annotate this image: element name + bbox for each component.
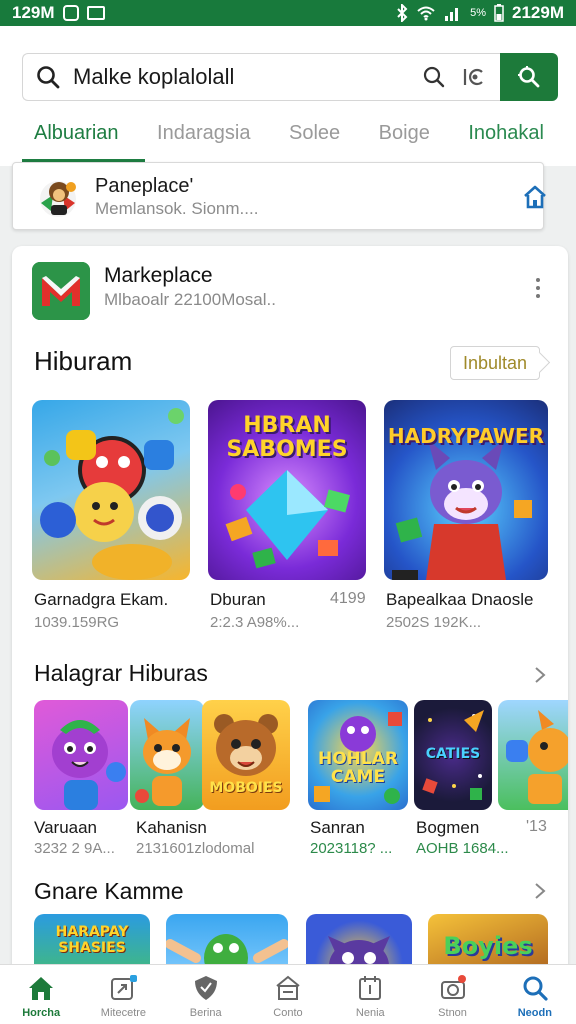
section-title-halagrar: Halagrar Hiburas bbox=[34, 660, 208, 686]
tab-indaragsia[interactable]: Indaragsia bbox=[145, 122, 262, 162]
game-artwork bbox=[506, 710, 568, 804]
section-title-gnare-kamme: Gnare Kamme bbox=[34, 878, 184, 904]
voice-search-icon[interactable] bbox=[462, 65, 486, 89]
status-bar: 129M 5% 2129M bbox=[0, 0, 576, 26]
game-count: 4199 bbox=[330, 590, 366, 607]
page-card-title: Paneplace' bbox=[95, 175, 194, 197]
game-tile[interactable]: HOHLAR CAME bbox=[308, 700, 408, 810]
game-art-title: Boyies bbox=[443, 932, 533, 960]
game-title: Sanran bbox=[310, 818, 365, 837]
game-tile[interactable]: HBRAN SABOMES bbox=[208, 400, 366, 580]
tab-albuarian[interactable]: Albuarian bbox=[22, 122, 144, 162]
nav-label: Horcha bbox=[22, 1007, 61, 1019]
nav-item-camera[interactable]: Stnon bbox=[411, 965, 493, 1024]
app-logo bbox=[32, 262, 90, 320]
battery-percent: 5% bbox=[470, 7, 487, 19]
apps-icon bbox=[111, 975, 138, 1000]
nav-label: Stnon bbox=[438, 1007, 467, 1019]
nav-label: Berina bbox=[189, 1007, 222, 1019]
game-art-title: MOBOIES bbox=[209, 780, 283, 796]
search-icon bbox=[523, 976, 548, 1001]
search-icon[interactable] bbox=[422, 65, 446, 89]
nav-label: Nenia bbox=[355, 1007, 385, 1019]
game-meta: 2131601zlodomal bbox=[136, 840, 255, 857]
game-art-title: HOHLAR CAME bbox=[318, 749, 398, 787]
chevron-right-icon[interactable] bbox=[534, 882, 546, 900]
bluetooth-icon bbox=[397, 4, 408, 22]
page-card-subtitle: Memlansok. Sionm.... bbox=[95, 199, 259, 218]
nav-label: Neodn bbox=[517, 1007, 552, 1019]
notification-icon bbox=[62, 5, 79, 21]
page-card[interactable]: Paneplace' Memlansok. Sionm.... bbox=[12, 162, 546, 230]
nav-item-shield[interactable]: Berina bbox=[165, 965, 247, 1024]
marketplace-card: Markeplace Mlbaoalr 22100Mosal.. Hiburam… bbox=[12, 246, 568, 986]
game-count: '13 bbox=[526, 818, 547, 835]
game-tile[interactable]: HADRYPAWER bbox=[384, 400, 548, 580]
game-meta: 2:2.3 A98%... bbox=[210, 614, 300, 631]
nav-item-apps[interactable]: Mitecetre bbox=[82, 965, 164, 1024]
nav-label: Conto bbox=[273, 1007, 303, 1019]
game-art-title: HADRYPAWER bbox=[387, 424, 545, 448]
search-bar[interactable]: Malke koplalolall bbox=[22, 53, 500, 101]
avatar bbox=[40, 181, 76, 217]
game-title: Garnadgra Ekam. bbox=[34, 590, 169, 609]
battery-icon bbox=[494, 4, 504, 22]
chevron-right-icon[interactable] bbox=[534, 666, 546, 684]
game-meta: AOHB 1684... bbox=[416, 840, 509, 857]
marketplace-logo-icon bbox=[32, 262, 90, 320]
game-tile[interactable] bbox=[498, 700, 568, 810]
game-title: Bapealkaa Dnaosle bbox=[386, 590, 534, 609]
store-icon bbox=[276, 975, 300, 1000]
section-title-hiburam: Hiburam bbox=[34, 346, 133, 376]
nav-item-calendar[interactable]: Nenia bbox=[329, 965, 411, 1024]
tab-inohakal[interactable]: Inohakal bbox=[456, 122, 556, 162]
search-icon bbox=[37, 66, 60, 89]
game-artwork bbox=[52, 720, 126, 810]
signal-icon bbox=[445, 8, 459, 21]
app-meta: Mlbaoalr 22100Mosal.. bbox=[104, 290, 276, 309]
camera-icon bbox=[440, 975, 466, 999]
bottom-navigation: Horcha Mitecetre Berina Conto Nenia Stno… bbox=[0, 964, 576, 1024]
message-icon bbox=[86, 6, 105, 20]
status-time-left: 129M bbox=[12, 3, 55, 22]
shield-icon bbox=[194, 976, 217, 1000]
game-title: Bogmen bbox=[416, 818, 480, 837]
tab-boige[interactable]: Boige bbox=[367, 122, 442, 162]
nav-label: Mitecetre bbox=[100, 1007, 147, 1019]
game-title: Dburan bbox=[210, 590, 266, 609]
home-icon bbox=[29, 977, 54, 1000]
search-submit-button[interactable] bbox=[500, 53, 558, 101]
game-meta: 1039.159RG bbox=[34, 614, 120, 631]
game-art-title: HBRAN SABOMES bbox=[226, 413, 348, 462]
nav-item-store[interactable]: Conto bbox=[247, 965, 329, 1024]
search-input[interactable]: Malke koplalolall bbox=[73, 64, 422, 90]
game-artwork bbox=[135, 718, 191, 806]
game-tile[interactable]: CATIES bbox=[414, 700, 492, 810]
nav-item-search[interactable]: Neodn bbox=[494, 965, 576, 1024]
game-meta: 2023118? ... bbox=[310, 840, 393, 857]
calendar-icon bbox=[359, 976, 382, 1000]
section-action-button[interactable]: Inbultan bbox=[450, 346, 541, 380]
game-meta: 2502S 192K... bbox=[386, 614, 482, 631]
app-title: Markeplace bbox=[104, 264, 213, 287]
home-icon[interactable] bbox=[521, 183, 549, 211]
game-tile[interactable] bbox=[130, 700, 204, 810]
game-artwork bbox=[40, 408, 184, 580]
nav-item-home[interactable]: Horcha bbox=[0, 965, 82, 1024]
status-time-right: 2129M bbox=[512, 3, 564, 22]
game-title: Varuaan bbox=[34, 818, 98, 837]
tab-solee[interactable]: Solee bbox=[277, 122, 352, 162]
search-icon bbox=[518, 66, 540, 88]
game-title: Kahanisn bbox=[136, 818, 207, 837]
game-art-title: HARAPAY SHASIES bbox=[55, 924, 129, 956]
game-art-title: CATIES bbox=[425, 746, 481, 762]
app-header: Malke koplalolall Albuarian Indaragsia S… bbox=[0, 26, 576, 166]
category-tabs: Albuarian Indaragsia Solee Boige Inohaka… bbox=[22, 122, 556, 162]
wifi-icon bbox=[417, 6, 435, 21]
game-tile[interactable] bbox=[32, 400, 190, 580]
game-meta: 3232 2 9A... bbox=[34, 840, 115, 857]
game-tile[interactable] bbox=[34, 700, 128, 810]
game-tile[interactable]: MOBOIES bbox=[202, 700, 290, 810]
more-options-icon[interactable] bbox=[532, 276, 544, 300]
